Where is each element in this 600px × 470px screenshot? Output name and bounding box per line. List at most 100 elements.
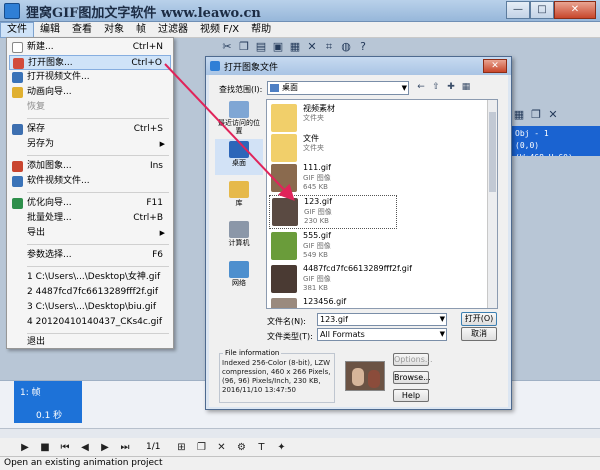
- globe-icon[interactable]: ◍: [339, 40, 353, 54]
- folder-icon: [271, 104, 297, 132]
- menu-filter[interactable]: 过滤器: [152, 22, 194, 38]
- dialog-title-bar: 打开图象文件 ✕: [206, 57, 511, 75]
- object-delete-icon[interactable]: ✕: [546, 108, 560, 122]
- properties-icon[interactable]: ⚙: [234, 442, 248, 453]
- list-item[interactable]: 111.gif GIF 图像 645 KB: [269, 162, 389, 196]
- menu-file[interactable]: 文件: [0, 22, 34, 38]
- menu-item-new[interactable]: 新建... Ctrl+N: [9, 40, 171, 55]
- image-preview: [345, 361, 385, 391]
- menu-item-preferences[interactable]: 参数选择... F6: [9, 248, 171, 263]
- object-copy-icon[interactable]: ❐: [529, 108, 543, 122]
- maximize-button[interactable]: □: [530, 1, 554, 19]
- chevron-down-icon: ▼: [401, 84, 407, 92]
- list-item[interactable]: 文件 文件夹: [269, 132, 389, 166]
- menu-item-add-image[interactable]: 添加图象... Ins: [9, 159, 171, 174]
- list-item[interactable]: 视频素材 文件夹: [269, 102, 389, 136]
- filename-label: 文件名(N):: [267, 317, 306, 326]
- frame-thumbnail[interactable]: 1: 帧 0.1 秒: [14, 381, 82, 423]
- crop-icon[interactable]: ⌗: [322, 40, 336, 54]
- menu-item-wizard[interactable]: 动画向导...: [9, 85, 171, 100]
- network-icon: [229, 261, 249, 278]
- close-button[interactable]: ✕: [554, 1, 596, 19]
- menu-item-open-image[interactable]: 打开图象... Ctrl+O: [9, 55, 171, 70]
- menu-separator: [27, 333, 169, 334]
- object-name: Obj - 1: [515, 129, 549, 138]
- menu-item-add-video[interactable]: 软件视频文件...: [9, 174, 171, 189]
- image-icon[interactable]: ▣: [271, 40, 285, 54]
- next-frame-icon[interactable]: ▶: [98, 442, 112, 453]
- menu-item-export[interactable]: 导出 ▶: [9, 226, 171, 241]
- menu-item-recent-3[interactable]: 3 C:\Users\...\Desktop\biu.gif: [9, 300, 171, 315]
- menu-help[interactable]: 帮助: [245, 22, 277, 38]
- menu-edit[interactable]: 编辑: [34, 22, 66, 38]
- stop-icon[interactable]: ■: [38, 442, 52, 453]
- menu-item-recent-1[interactable]: 1 C:\Users\...\Desktop\女神.gif: [9, 270, 171, 285]
- menu-item-batch[interactable]: 批量处理... Ctrl+B: [9, 211, 171, 226]
- place-desktop[interactable]: 桌面: [215, 139, 263, 175]
- menu-separator: [27, 118, 169, 119]
- list-item[interactable]: 123.gif GIF 图像 230 KB: [269, 195, 397, 229]
- frame-duration: 0.1 秒: [36, 411, 63, 421]
- wizard-icon: [12, 87, 23, 98]
- library-icon: [229, 181, 249, 198]
- text-icon[interactable]: T: [254, 442, 268, 453]
- list-item[interactable]: 555.gif GIF 图像 549 KB: [269, 230, 389, 264]
- dialog-close-button[interactable]: ✕: [483, 59, 507, 73]
- delete-frame-icon[interactable]: ✕: [214, 442, 228, 453]
- open-button[interactable]: 打开(O): [461, 312, 497, 326]
- cut-icon[interactable]: ✂: [220, 40, 234, 54]
- place-computer[interactable]: 计算机: [215, 219, 263, 255]
- frame-counter: 1/1: [146, 442, 161, 452]
- place-recent[interactable]: 最近访问的位置: [215, 99, 263, 135]
- duplicate-frame-icon[interactable]: ❐: [194, 442, 208, 453]
- frame-label: 1: 帧: [20, 388, 41, 398]
- frame-scrollbar[interactable]: [0, 428, 600, 438]
- menu-separator: [27, 155, 169, 156]
- menu-video-fx[interactable]: 视频 F/X: [194, 22, 245, 38]
- menu-item-save-as[interactable]: 另存为 ▶: [9, 137, 171, 152]
- menu-item-recent-4[interactable]: 4 20120410140437_CKs4c.gif: [9, 315, 171, 330]
- scrollbar-thumb[interactable]: [489, 112, 496, 192]
- video-icon: [12, 72, 23, 83]
- cancel-button[interactable]: 取消: [461, 327, 497, 341]
- filename-field[interactable]: 123.gif ▼: [317, 313, 447, 326]
- menu-object[interactable]: 对象: [98, 22, 130, 38]
- minimize-button[interactable]: —: [506, 1, 530, 19]
- object-add-icon[interactable]: ▦: [512, 108, 526, 122]
- paste-icon[interactable]: ▤: [254, 40, 268, 54]
- playback-bar: ▶ ■ ⏮ ◀ ▶ ⏭ 1/1 ⊞ ❐ ✕ ⚙ T ✦: [0, 438, 600, 456]
- menu-item-open-video[interactable]: 打开视频文件...: [9, 70, 171, 85]
- menu-item-optimize[interactable]: 优化向导... F11: [9, 196, 171, 211]
- object-list[interactable]: Obj - 1 (0,0)(W:468,H:60): [511, 126, 600, 156]
- delete-icon[interactable]: ✕: [305, 40, 319, 54]
- menu-frame[interactable]: 帧: [130, 22, 152, 38]
- view-menu-icon[interactable]: ▦: [460, 81, 472, 93]
- filetype-select[interactable]: All Formats ▼: [317, 328, 447, 341]
- menu-item-recent-2[interactable]: 2 4487fcd7fc6613289fff2f.gif: [9, 285, 171, 300]
- list-item[interactable]: 123456.gif: [269, 296, 389, 308]
- first-frame-icon[interactable]: ⏮: [58, 442, 72, 453]
- back-icon[interactable]: ←: [415, 81, 427, 93]
- effects-icon[interactable]: ✦: [274, 442, 288, 453]
- file-list-scrollbar[interactable]: [487, 100, 497, 308]
- menu-view[interactable]: 查看: [66, 22, 98, 38]
- menu-item-save[interactable]: 保存 Ctrl+S: [9, 122, 171, 137]
- menu-item-exit[interactable]: 退出: [9, 335, 171, 350]
- menu-separator: [27, 192, 169, 193]
- add-frame-icon[interactable]: ⊞: [174, 442, 188, 453]
- help-pointer-icon[interactable]: ?: [356, 40, 370, 54]
- help-button[interactable]: Help: [393, 389, 429, 402]
- frame-icon[interactable]: ▦: [288, 40, 302, 54]
- look-in-combo[interactable]: 桌面 ▼: [267, 81, 409, 95]
- browse-button[interactable]: Browse...: [393, 371, 431, 384]
- play-icon[interactable]: ▶: [18, 442, 32, 453]
- menu-separator: [27, 244, 169, 245]
- new-folder-icon[interactable]: ✚: [445, 81, 457, 93]
- prev-frame-icon[interactable]: ◀: [78, 442, 92, 453]
- place-network[interactable]: 网络: [215, 259, 263, 295]
- copy-icon[interactable]: ❐: [237, 40, 251, 54]
- list-item[interactable]: 4487fcd7fc6613289fff2f.gif GIF 图像 381 KB: [269, 263, 419, 297]
- up-folder-icon[interactable]: ⇧: [430, 81, 442, 93]
- last-frame-icon[interactable]: ⏭: [118, 442, 132, 453]
- place-library[interactable]: 库: [215, 179, 263, 215]
